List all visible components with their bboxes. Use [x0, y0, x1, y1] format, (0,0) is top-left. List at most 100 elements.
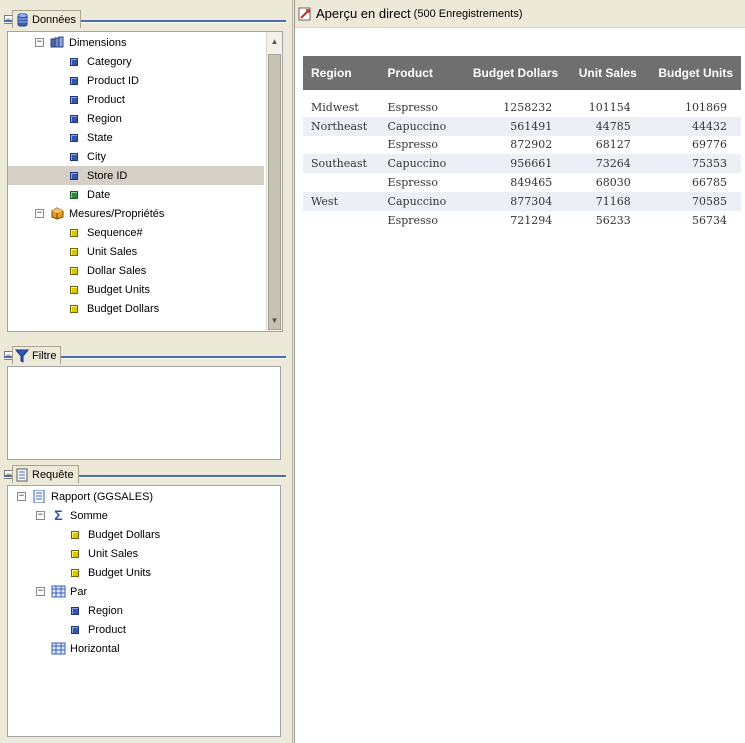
dimension-field-icon	[70, 152, 78, 161]
tree-node-mesures[interactable]: − Mesures/Propriétés	[35, 204, 164, 223]
tree-item-region[interactable]: Region	[70, 109, 122, 128]
tree-item-product-id[interactable]: Product ID	[70, 71, 139, 90]
table-cell: 71168	[566, 191, 645, 211]
tree-node-rapport[interactable]: − Rapport (GGSALES)	[17, 487, 153, 506]
table-cell: Capuccino	[379, 154, 459, 174]
tree-node-dimensions[interactable]: − Dimensions	[35, 33, 126, 52]
query-item-budget-dollars[interactable]: Budget Dollars	[71, 525, 160, 544]
tree-label: Unit Sales	[87, 245, 138, 258]
requete-tab[interactable]: Requête	[12, 465, 79, 483]
donnees-tab[interactable]: Données	[12, 10, 82, 28]
table-cell: 66785	[692, 176, 727, 190]
spacer-cell	[303, 90, 741, 98]
collapse-toggle[interactable]: −	[35, 209, 44, 218]
tree-label: Budget Units	[88, 566, 151, 579]
table-cell	[303, 211, 380, 230]
tree-item-dollar-sales[interactable]: Dollar Sales	[70, 261, 146, 280]
tree-item-date[interactable]: Date	[70, 185, 110, 204]
tree-item-city[interactable]: City	[70, 147, 106, 166]
live-preview-pane: Aperçu en direct (500 Enregistrements) R…	[294, 0, 745, 743]
tree-item-state[interactable]: State	[70, 128, 113, 147]
donnees-title: Données	[32, 13, 77, 26]
tree-label: Par	[70, 585, 88, 598]
table-cell: 75353	[644, 154, 741, 174]
tree-item-product[interactable]: Product	[70, 90, 125, 109]
table-cell: 849465	[510, 176, 553, 190]
table-cell: Southeast	[303, 154, 380, 174]
query-item-region[interactable]: Region	[71, 601, 123, 620]
report-document-icon	[16, 468, 28, 481]
preview-table: Region Product Budget Dollars Unit Sales…	[303, 56, 741, 230]
tree-item-budget-units[interactable]: Budget Units	[70, 280, 150, 299]
table-cell: 44785	[566, 116, 645, 136]
grid-by-icon	[51, 585, 66, 598]
tree-label: Dimensions	[69, 36, 127, 49]
tree-label: Product ID	[87, 74, 139, 87]
table-cell: Espresso	[387, 213, 438, 227]
tree-label: Product	[88, 623, 126, 636]
funnel-icon	[15, 349, 29, 363]
tree-node-par[interactable]: − Par	[36, 582, 87, 601]
database-icon	[17, 13, 28, 26]
column-header-budget-dollars: Budget Dollars	[458, 56, 567, 90]
tree-label: Rapport (GGSALES)	[51, 490, 154, 503]
tree-label: Region	[88, 604, 123, 617]
tree-item-sequence[interactable]: Sequence#	[70, 223, 143, 242]
table-cell: Capuccino	[379, 191, 459, 211]
table-cell: Capuccino	[379, 116, 459, 136]
dimension-field-icon	[70, 114, 78, 123]
tree-item-category[interactable]: Category	[70, 52, 132, 71]
tree-label: Horizontal	[70, 642, 120, 655]
table-cell	[303, 136, 380, 155]
tree-node-somme[interactable]: − Σ Somme	[36, 506, 108, 525]
measure-field-icon	[70, 247, 78, 256]
table-row: West Capuccino 877304 71168 70585	[303, 191, 741, 211]
tree-label: Date	[87, 188, 111, 201]
dimension-field-icon	[70, 171, 78, 180]
measure-field-icon	[71, 530, 79, 539]
dimension-field-icon	[70, 95, 78, 104]
tree-label: Store ID	[87, 169, 128, 182]
left-pane: − Données − Dimensions Category Product …	[0, 0, 293, 743]
donnees-scrollbar[interactable]: ▲ ▼	[266, 32, 282, 331]
table-cell: 1258232	[503, 100, 553, 114]
table-row: Espresso 721294 56233 56734	[303, 211, 741, 230]
donnees-header: − Données	[4, 6, 286, 28]
filtre-panel[interactable]	[7, 366, 281, 460]
query-item-budget-units[interactable]: Budget Units	[71, 563, 151, 582]
filtre-title: Filtre	[32, 349, 57, 362]
table-row: Northeast Capuccino 561491 44785 44432	[303, 116, 741, 136]
table-cell: 101869	[685, 100, 727, 114]
requete-tree: − Rapport (GGSALES) − Σ Somme Budget Dol…	[7, 485, 281, 737]
tree-label: Region	[87, 112, 122, 125]
horizontal-grid-icon	[51, 642, 66, 655]
query-item-product[interactable]: Product	[71, 620, 126, 639]
preview-title-bar: Aperçu en direct (500 Enregistrements)	[295, 0, 745, 28]
tree-item-store-id[interactable]: Store ID	[8, 166, 264, 185]
table-cell: West	[303, 191, 380, 211]
column-header-unit-sales: Unit Sales	[566, 56, 645, 90]
tree-label: Mesures/Propriétés	[69, 207, 165, 220]
column-header-budget-units: Budget Units	[644, 56, 741, 90]
tree-item-budget-dollars[interactable]: Budget Dollars	[70, 299, 159, 318]
tree-node-horizontal[interactable]: Horizontal	[51, 639, 120, 658]
scroll-thumb[interactable]	[268, 54, 281, 330]
collapse-toggle[interactable]: −	[35, 38, 44, 47]
scroll-up-arrow-icon[interactable]: ▲	[267, 34, 282, 50]
query-item-unit-sales[interactable]: Unit Sales	[71, 544, 138, 563]
tree-label: Unit Sales	[88, 547, 139, 560]
tree-item-unit-sales[interactable]: Unit Sales	[70, 242, 137, 261]
column-header-product: Product	[379, 56, 459, 90]
collapse-toggle[interactable]: −	[17, 492, 26, 501]
table-cell: 56734	[692, 213, 727, 227]
measure-field-icon	[70, 266, 78, 275]
filtre-tab[interactable]: Filtre	[12, 346, 62, 364]
table-cell: 956661	[458, 154, 567, 174]
scroll-down-arrow-icon[interactable]: ▼	[267, 313, 282, 329]
collapse-toggle[interactable]: −	[36, 587, 45, 596]
spacer-row	[303, 90, 741, 98]
table-cell: Espresso	[387, 138, 438, 152]
table-header-row: Region Product Budget Dollars Unit Sales…	[303, 56, 741, 90]
dimension-field-icon	[70, 133, 78, 142]
collapse-toggle[interactable]: −	[36, 511, 45, 520]
